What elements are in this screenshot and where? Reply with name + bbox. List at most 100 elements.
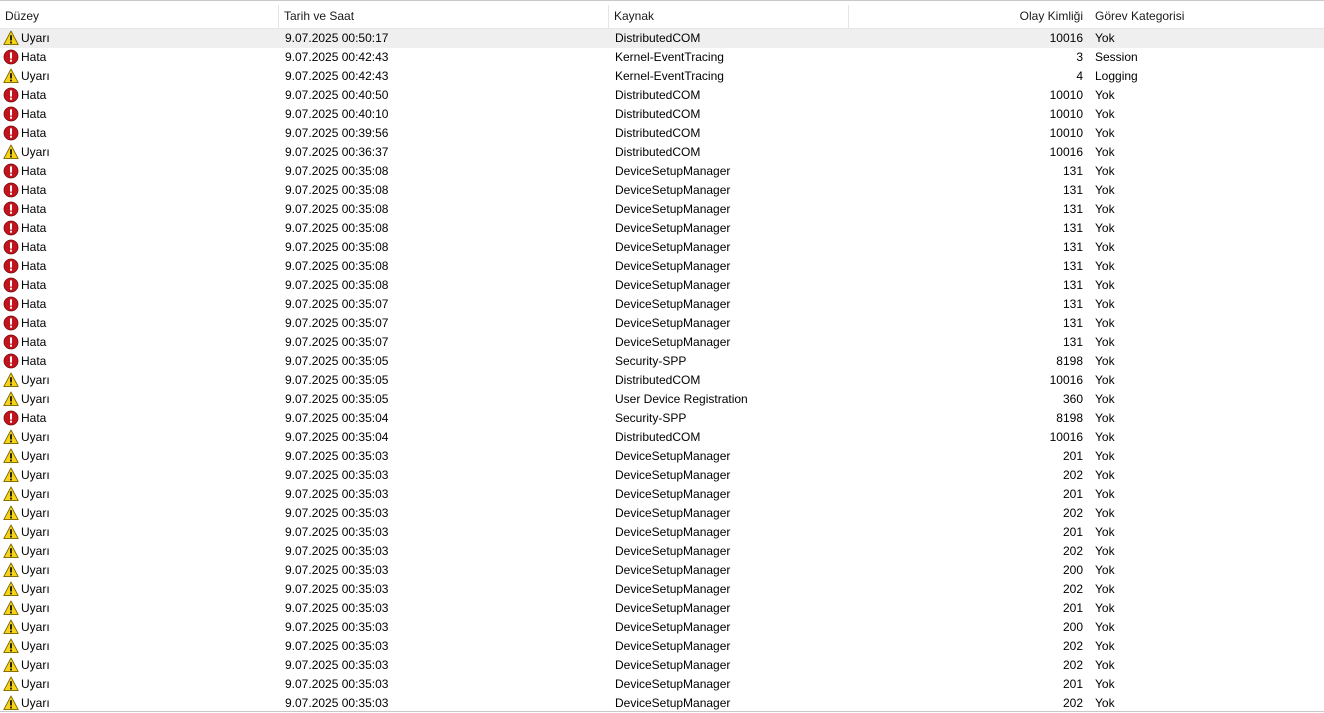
event-row[interactable]: Hata 9.07.2025 00:35:05 Security-SPP 8198 Yo… <box>0 352 1324 371</box>
level-cell: Uyarı <box>3 466 273 485</box>
task-category-cell: Yok <box>1095 31 1115 45</box>
task-category-cell: Yok <box>1095 145 1115 159</box>
event-row[interactable]: Uyarı 9.07.2025 00:35:05 DistributedCOM 100… <box>0 371 1324 390</box>
level-text: Uyarı <box>21 506 50 520</box>
level-cell: Hata <box>3 219 273 238</box>
error-icon <box>3 49 19 65</box>
datetime-cell: 9.07.2025 00:35:08 <box>285 183 389 197</box>
event-row[interactable]: Hata 9.07.2025 00:40:50 DistributedCOM 1001… <box>0 86 1324 105</box>
level-cell: Uyarı <box>3 618 273 637</box>
warning-icon <box>3 467 19 483</box>
event-row[interactable]: Hata 9.07.2025 00:35:07 DeviceSetupManager… <box>0 333 1324 352</box>
event-row[interactable]: Uyarı 9.07.2025 00:42:43 Kernel-EventTraci… <box>0 67 1324 86</box>
task-category-cell: Yok <box>1095 487 1115 501</box>
event-row[interactable]: Hata 9.07.2025 00:35:08 DeviceSetupManager… <box>0 219 1324 238</box>
event-row[interactable]: Uyarı 9.07.2025 00:35:04 DistributedCOM 100… <box>0 428 1324 447</box>
level-text: Uyarı <box>21 563 50 577</box>
level-text: Hata <box>21 259 47 273</box>
column-header-source[interactable]: Kaynak <box>609 5 849 28</box>
source-cell: DeviceSetupManager <box>615 620 731 634</box>
event-row[interactable]: Hata 9.07.2025 00:35:08 DeviceSetupManager… <box>0 276 1324 295</box>
event-rows: Uyarı 9.07.2025 00:50:17 DistributedCOM 100… <box>0 29 1324 713</box>
event-row[interactable]: Hata 9.07.2025 00:39:56 DistributedCOM 1001… <box>0 124 1324 143</box>
error-icon <box>3 239 19 255</box>
event-row[interactable]: Hata 9.07.2025 00:35:08 DeviceSetupManager… <box>0 200 1324 219</box>
event-row[interactable]: Uyarı 9.07.2025 00:35:03 DeviceSetupManage… <box>0 599 1324 618</box>
source-cell: DeviceSetupManager <box>615 582 731 596</box>
event-row[interactable]: Uyarı 9.07.2025 00:35:03 DeviceSetupManage… <box>0 485 1324 504</box>
source-cell: DeviceSetupManager <box>615 677 731 691</box>
event-row[interactable]: Hata 9.07.2025 00:40:10 DistributedCOM 1001… <box>0 105 1324 124</box>
task-category-cell: Yok <box>1095 259 1115 273</box>
level-cell: Uyarı <box>3 561 273 580</box>
event-row[interactable]: Uyarı 9.07.2025 00:35:03 DeviceSetupManage… <box>0 523 1324 542</box>
event-row[interactable]: Uyarı 9.07.2025 00:35:03 DeviceSetupManage… <box>0 618 1324 637</box>
source-cell: DeviceSetupManager <box>615 563 731 577</box>
level-cell: Uyarı <box>3 143 273 162</box>
event-row[interactable]: Hata 9.07.2025 00:35:07 DeviceSetupManager… <box>0 295 1324 314</box>
task-category-cell: Yok <box>1095 677 1115 691</box>
column-header-event-id[interactable]: Olay Kimliği <box>849 5 1090 28</box>
warning-icon <box>3 448 19 464</box>
event-row[interactable]: Uyarı 9.07.2025 00:35:03 DeviceSetupManage… <box>0 580 1324 599</box>
column-header-level[interactable]: Düzey <box>0 5 279 28</box>
event-row[interactable]: Uyarı 9.07.2025 00:50:17 DistributedCOM 100… <box>0 29 1324 48</box>
task-category-cell: Yok <box>1095 183 1115 197</box>
level-cell: Uyarı <box>3 580 273 599</box>
event-row[interactable]: Hata 9.07.2025 00:35:07 DeviceSetupManager… <box>0 314 1324 333</box>
level-text: Hata <box>21 88 47 102</box>
source-cell: DeviceSetupManager <box>615 278 731 292</box>
event-row[interactable]: Uyarı 9.07.2025 00:35:05 User Device Regis… <box>0 390 1324 409</box>
level-cell: Hata <box>3 276 273 295</box>
datetime-cell: 9.07.2025 00:35:03 <box>285 639 389 653</box>
datetime-cell: 9.07.2025 00:35:05 <box>285 373 389 387</box>
event-row[interactable]: Uyarı 9.07.2025 00:35:03 DeviceSetupManage… <box>0 504 1324 523</box>
event-id-cell: 131 <box>1062 164 1083 178</box>
event-row[interactable]: Uyarı 9.07.2025 00:35:03 DeviceSetupManage… <box>0 466 1324 485</box>
event-row[interactable]: Hata 9.07.2025 00:35:08 DeviceSetupManager… <box>0 181 1324 200</box>
event-row[interactable]: Hata 9.07.2025 00:35:08 DeviceSetupManager… <box>0 257 1324 276</box>
warning-icon <box>3 372 19 388</box>
level-cell: Hata <box>3 181 273 200</box>
event-id-cell: 202 <box>1062 582 1083 596</box>
event-row[interactable]: Uyarı 9.07.2025 00:35:03 DeviceSetupManage… <box>0 561 1324 580</box>
warning-icon <box>3 638 19 654</box>
event-row[interactable]: Uyarı 9.07.2025 00:35:03 DeviceSetupManage… <box>0 542 1324 561</box>
event-row[interactable]: Uyarı 9.07.2025 00:35:03 DeviceSetupManage… <box>0 675 1324 694</box>
warning-icon <box>3 144 19 160</box>
event-id-cell: 131 <box>1062 221 1083 235</box>
warning-icon <box>3 543 19 559</box>
event-row[interactable]: Uyarı 9.07.2025 00:35:03 DeviceSetupManage… <box>0 637 1324 656</box>
event-id-cell: 10010 <box>1049 88 1083 102</box>
warning-icon <box>3 695 19 711</box>
task-category-cell: Yok <box>1095 658 1115 672</box>
event-id-cell: 202 <box>1062 639 1083 653</box>
event-row[interactable]: Uyarı 9.07.2025 00:35:03 DeviceSetupManage… <box>0 656 1324 675</box>
warning-icon <box>3 68 19 84</box>
event-row[interactable]: Hata 9.07.2025 00:35:08 DeviceSetupManager… <box>0 238 1324 257</box>
level-cell: Hata <box>3 48 273 67</box>
column-header-datetime[interactable]: Tarih ve Saat <box>279 5 609 28</box>
event-row[interactable]: Hata 9.07.2025 00:42:43 Kernel-EventTracin… <box>0 48 1324 67</box>
event-row[interactable]: Uyarı 9.07.2025 00:35:03 DeviceSetupManage… <box>0 447 1324 466</box>
warning-icon <box>3 619 19 635</box>
level-text: Hata <box>21 411 47 425</box>
event-row[interactable]: Hata 9.07.2025 00:35:08 DeviceSetupManager… <box>0 162 1324 181</box>
source-cell: DeviceSetupManager <box>615 506 731 520</box>
datetime-cell: 9.07.2025 00:35:03 <box>285 487 389 501</box>
level-cell: Hata <box>3 333 273 352</box>
task-category-cell: Yok <box>1095 88 1115 102</box>
level-cell: Uyarı <box>3 504 273 523</box>
source-cell: DeviceSetupManager <box>615 335 731 349</box>
source-cell: DistributedCOM <box>615 88 701 102</box>
column-header-task-category[interactable]: Görev Kategorisi <box>1090 5 1324 28</box>
datetime-cell: 9.07.2025 00:35:03 <box>285 525 389 539</box>
level-text: Hata <box>21 107 47 121</box>
event-id-cell: 4 <box>1076 69 1083 83</box>
warning-icon <box>3 429 19 445</box>
event-row[interactable]: Hata 9.07.2025 00:35:04 Security-SPP 8198 Yo… <box>0 409 1324 428</box>
datetime-cell: 9.07.2025 00:35:08 <box>285 221 389 235</box>
task-category-cell: Yok <box>1095 335 1115 349</box>
event-row[interactable]: Uyarı 9.07.2025 00:36:37 DistributedCOM 100… <box>0 143 1324 162</box>
level-cell: Hata <box>3 238 273 257</box>
